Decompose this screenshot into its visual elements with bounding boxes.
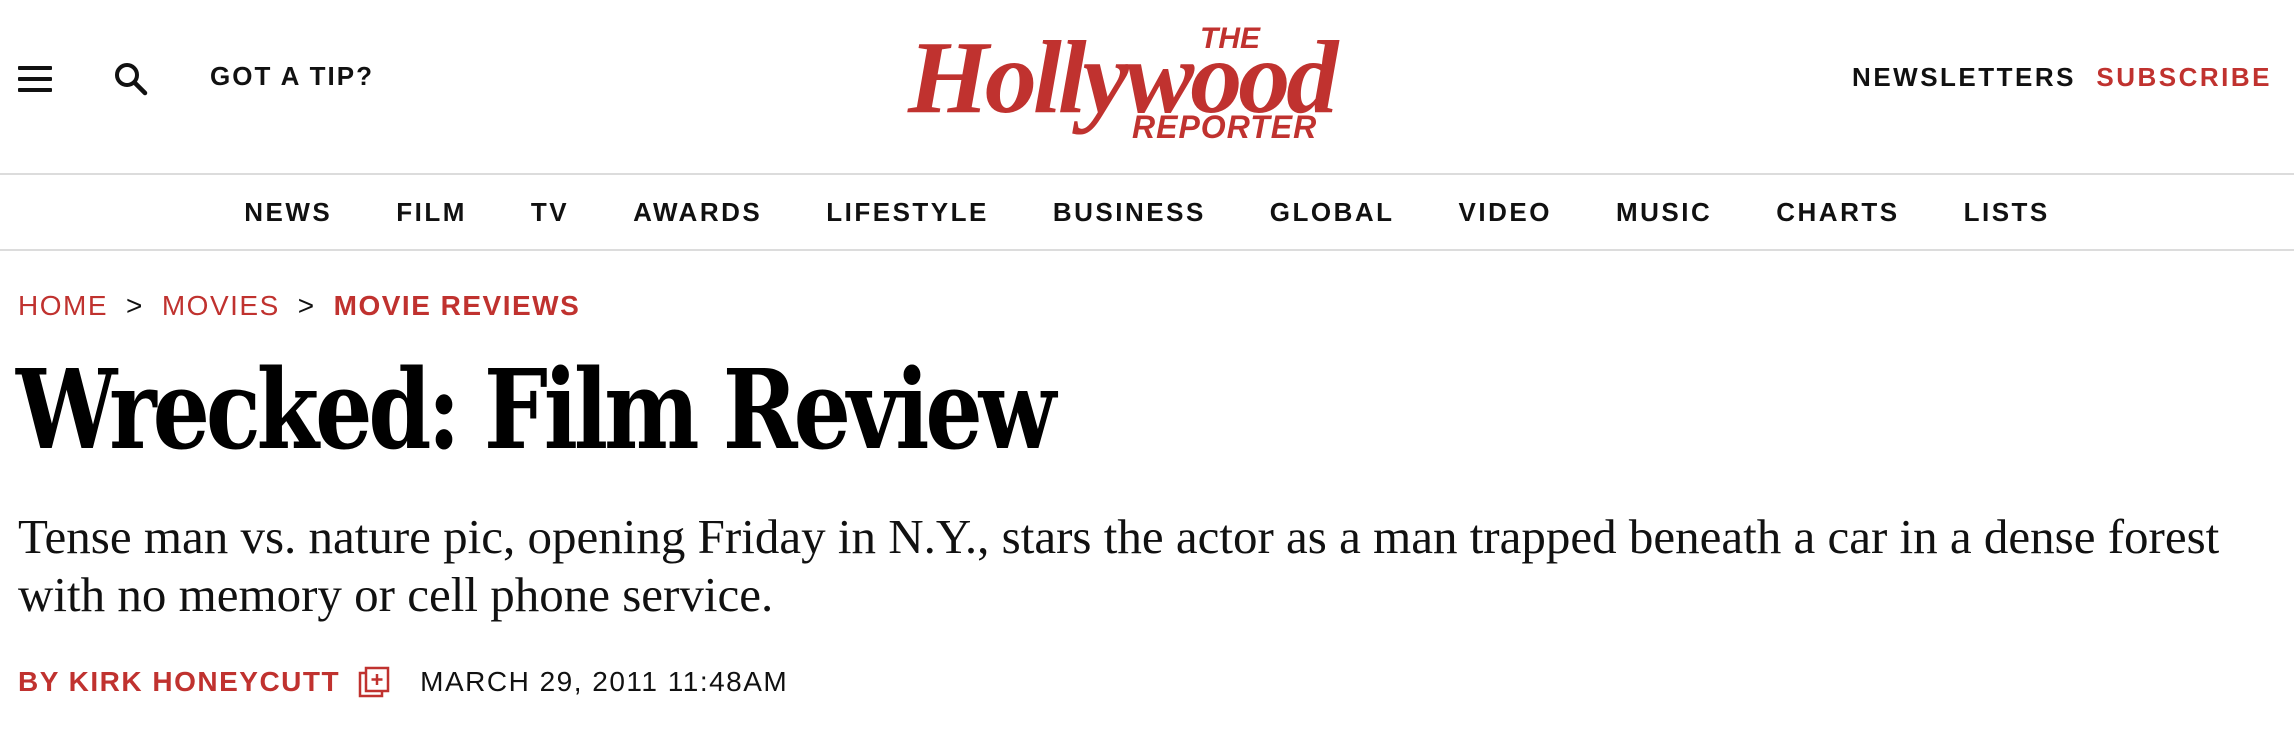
nav-list: NEWS FILM TV AWARDS LIFESTYLE BUSINESS G…	[0, 175, 2294, 249]
newsletters-link[interactable]: NEWSLETTERS	[1852, 62, 2076, 93]
breadcrumb-separator: >	[297, 290, 316, 321]
subscribe-link[interactable]: SUBSCRIBE	[2096, 62, 2272, 93]
got-a-tip-link[interactable]: GOT A TIP?	[210, 61, 374, 92]
breadcrumb-movies[interactable]: MOVIES	[162, 290, 280, 322]
nav-item-video[interactable]: VIDEO	[1427, 197, 1584, 228]
nav-item-charts[interactable]: CHARTS	[1744, 197, 1931, 228]
logo-bottom-word: REPORTER	[1132, 109, 1317, 144]
nav-item-tv[interactable]: TV	[499, 197, 601, 228]
site-logo[interactable]: THE Hollywood REPORTER	[900, 14, 1390, 145]
nav-item-business[interactable]: BUSINESS	[1021, 197, 1238, 228]
search-icon[interactable]	[112, 60, 150, 98]
nav-item-awards[interactable]: AWARDS	[601, 197, 794, 228]
author-link[interactable]: BY KIRK HONEYCUTT	[18, 666, 340, 698]
nav-item-news[interactable]: NEWS	[212, 197, 364, 228]
main-nav: NEWS FILM TV AWARDS LIFESTYLE BUSINESS G…	[0, 173, 2294, 251]
hamburger-menu-icon[interactable]	[18, 66, 52, 92]
nav-item-lists[interactable]: LISTS	[1932, 197, 2082, 228]
nav-item-global[interactable]: GLOBAL	[1238, 197, 1427, 228]
article-dek: Tense man vs. nature pic, opening Friday…	[18, 509, 2220, 622]
nav-item-music[interactable]: MUSIC	[1584, 197, 1744, 228]
nav-item-film[interactable]: FILM	[364, 197, 499, 228]
breadcrumb-movie-reviews[interactable]: MOVIE REVIEWS	[334, 290, 581, 322]
article-title: Wrecked: Film Review	[16, 345, 1056, 474]
nav-item-lifestyle[interactable]: LIFESTYLE	[794, 197, 1021, 228]
byline: BY KIRK HONEYCUTT MARCH 29, 2011 11:48AM	[18, 662, 788, 702]
site-header: GOT A TIP? THE Hollywood REPORTER NEWSLE…	[0, 0, 2294, 173]
breadcrumb-home[interactable]: HOME	[18, 290, 108, 322]
breadcrumb: HOME > MOVIES > MOVIE REVIEWS	[18, 290, 580, 322]
publish-date: MARCH 29, 2011 11:48AM	[420, 666, 789, 697]
author-more-icon[interactable]	[358, 666, 390, 698]
breadcrumb-separator: >	[126, 290, 144, 321]
